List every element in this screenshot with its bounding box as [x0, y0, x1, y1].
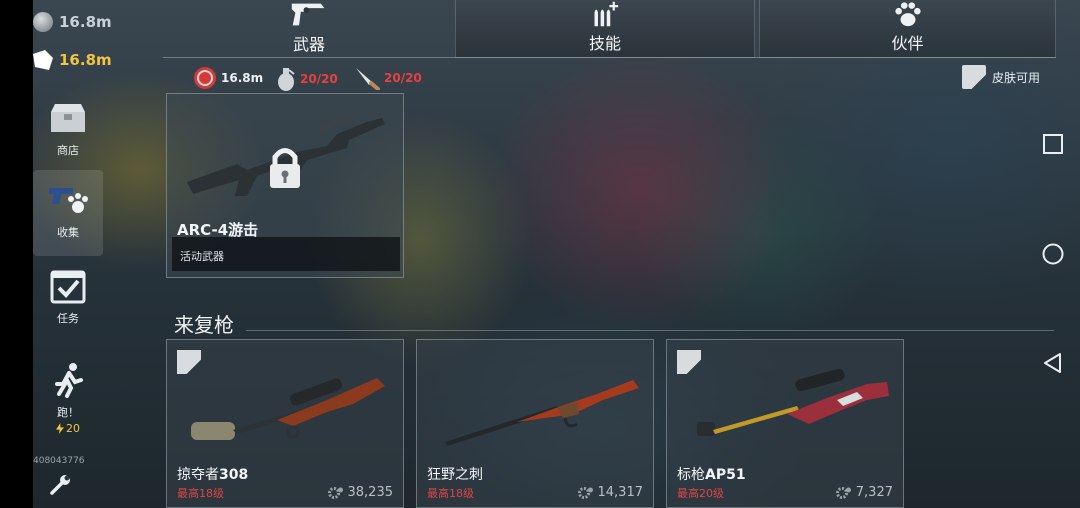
sidebar-item-collect[interactable]: 收集: [33, 170, 103, 256]
tab-label: 技能: [588, 34, 621, 53]
collection-gun-paw-icon: [49, 188, 88, 213]
screen-edge: [0, 0, 33, 508]
featured-weapon-card[interactable]: ARC-4游击 活动武器: [166, 93, 404, 278]
wrench-icon[interactable]: [48, 473, 72, 497]
energy-bolt-icon: [56, 423, 64, 434]
rifle-max-level: 最高18级: [177, 487, 224, 500]
revolver-icon: [291, 3, 325, 26]
shop-chest-icon: [51, 104, 85, 132]
cash-token-icon: [194, 67, 216, 89]
gears-icon: [835, 486, 851, 499]
lock-icon: [270, 148, 300, 188]
rifle-name: 狂野之刺: [427, 467, 483, 483]
task-calendar-icon: [50, 270, 86, 304]
rifle-name: 掠夺者308: [177, 467, 249, 483]
gold-puzzle-icon: [33, 50, 53, 70]
gold-amount: 16.8m: [59, 51, 112, 69]
sidebar-item-task[interactable]: 任务: [33, 268, 103, 338]
resource-knives: 20/20: [354, 66, 422, 90]
silver-amount: 16.8m: [59, 13, 112, 31]
back-triangle-icon[interactable]: [1040, 350, 1066, 376]
left-sidebar: 商店 收集 任务 跑！ 20: [33, 90, 103, 508]
tab-underline: [163, 57, 1056, 58]
gold-currency: 16.8m: [33, 50, 112, 70]
rifle-power: 7,327: [835, 485, 893, 500]
sidebar-item-label: 任务: [57, 312, 79, 325]
sidebar-item-shop[interactable]: 商店: [33, 100, 103, 168]
sniper-rifle-ap51-icon: [697, 368, 889, 436]
sniper-rifle-icon: [191, 378, 385, 440]
top-tab-bar: 武器 技能 伙伴: [163, 0, 1056, 58]
rifle-card[interactable]: 狂野之刺 最高18级 14,317: [416, 339, 654, 508]
grenade-icon: [278, 68, 295, 91]
skin-available-indicator: 皮肤可用: [962, 65, 1040, 89]
sidebar-item-label: 收集: [57, 226, 79, 239]
skin-corner-icon: [962, 65, 986, 89]
rifle-card[interactable]: 掠夺者308 最高18级 38,235: [166, 339, 404, 508]
recent-apps-square-icon[interactable]: [1040, 131, 1066, 157]
rifle-power: 38,235: [327, 485, 393, 500]
run-icon: [55, 363, 83, 398]
lever-rifle-icon: [445, 380, 639, 446]
rifle-name: 标枪AP51: [677, 467, 746, 483]
sidebar-item-label: 跑！: [57, 406, 79, 419]
tab-weapons[interactable]: 武器: [163, 0, 455, 58]
gears-icon: [327, 486, 343, 499]
resource-grenades: 20/20: [276, 66, 338, 92]
silver-coin-icon: [33, 12, 53, 32]
section-title-rifles: 来复枪: [174, 313, 234, 337]
featured-weapon-subtitle: 活动武器: [172, 237, 400, 271]
knife-icon: [356, 68, 380, 90]
tab-label: 伙伴: [891, 34, 924, 53]
run-energy-cost: 20: [56, 422, 80, 435]
rifle-max-level: 最高18级: [427, 487, 474, 500]
user-id: 408043776: [33, 456, 85, 466]
rifle-max-level: 最高20级: [677, 487, 724, 500]
rifle-power: 14,317: [577, 485, 643, 500]
tab-partner[interactable]: 伙伴: [759, 0, 1056, 58]
bullets-plus-icon: [594, 1, 619, 27]
silver-currency: 16.8m: [33, 12, 112, 32]
section-divider: [246, 330, 1054, 331]
gears-icon: [577, 486, 593, 499]
sidebar-item-run[interactable]: 跑！ 20: [33, 362, 103, 452]
rifle-card[interactable]: 标枪AP51 最高20级 7,327: [666, 339, 904, 508]
tab-skills[interactable]: 技能: [455, 0, 755, 58]
sidebar-item-label: 商店: [57, 144, 79, 157]
home-circle-icon[interactable]: [1040, 241, 1066, 267]
tab-label: 武器: [292, 35, 325, 54]
resource-cash: 16.8m: [193, 66, 263, 90]
paw-icon: [894, 2, 921, 27]
